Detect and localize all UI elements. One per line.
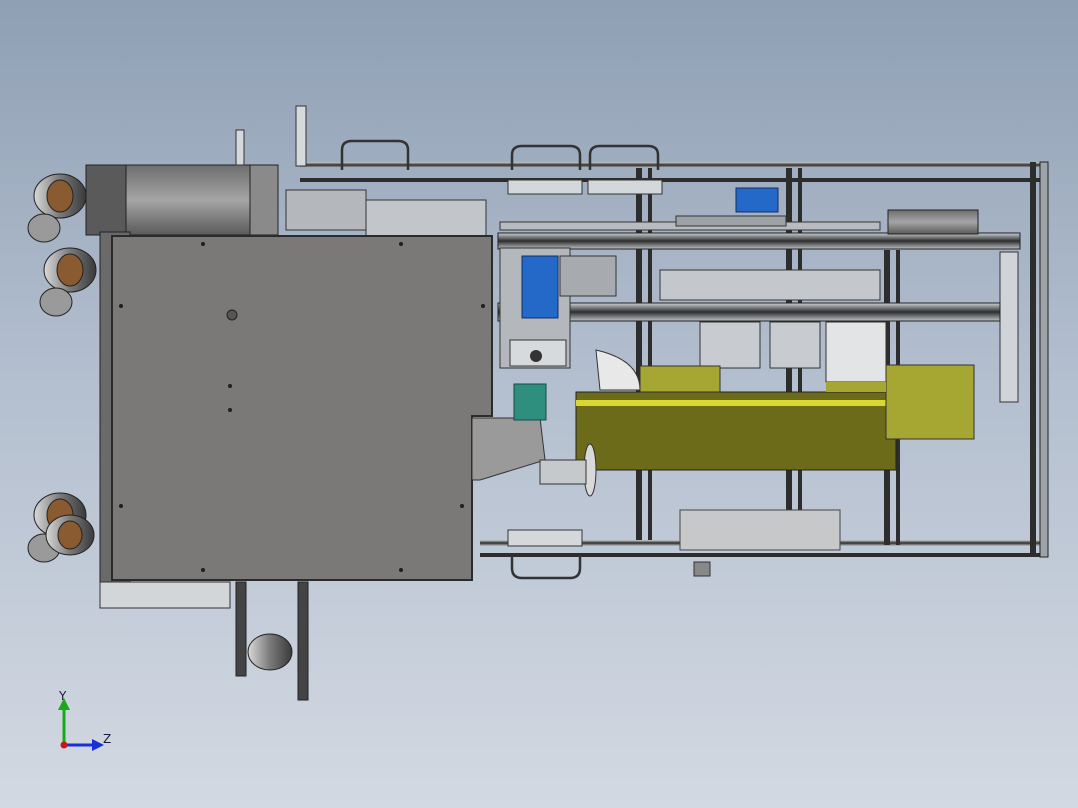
side-panel [111, 235, 493, 581]
frame-right-post [1030, 162, 1036, 557]
caster-wheel-icon [27, 173, 87, 243]
yellow-tab-left [639, 365, 721, 393]
blue-cylinder-icon [735, 187, 779, 213]
cad-viewport[interactable]: Y Z [0, 0, 1078, 808]
bottom-plate [679, 509, 841, 551]
panel-chute [471, 417, 546, 481]
frame-top-rail-inner [300, 178, 1042, 182]
left-motor-housing [85, 105, 487, 237]
teal-motor [513, 383, 547, 421]
middle-crossbar [497, 302, 1001, 322]
lower-legs [99, 561, 711, 701]
yellow-stripe [576, 400, 896, 406]
servo-motor-icon [887, 209, 979, 235]
upper-crossbar [497, 232, 1021, 250]
caster-wheel-icon [247, 633, 293, 671]
origin-dot [60, 741, 68, 749]
blue-cylinder-icon [521, 255, 559, 319]
clamp-block-right [769, 321, 821, 369]
yellow-tab-right [885, 364, 975, 440]
y-axis-label: Y [58, 689, 67, 703]
main-panel [99, 231, 546, 583]
frame-top-rail [300, 162, 1042, 168]
panel-hole [226, 309, 238, 321]
caster-wheel-icon [39, 247, 97, 317]
machine-model[interactable]: Y Z [0, 0, 1078, 808]
slide-carriage [659, 269, 881, 301]
z-axis-label: Z [103, 732, 111, 746]
frame-right-cap [1039, 161, 1049, 558]
caster-wheel-icon [45, 514, 95, 556]
frame-side-bracket [999, 251, 1019, 403]
guide-block [825, 321, 887, 383]
frame-bottom-rail-inner [480, 553, 1042, 557]
handle-icon [510, 555, 582, 580]
rod-cylinder [675, 215, 787, 227]
coordinate-triad: Y Z [58, 689, 111, 751]
yellow-tab-mid [826, 382, 886, 392]
clamp-block-left [699, 321, 761, 369]
